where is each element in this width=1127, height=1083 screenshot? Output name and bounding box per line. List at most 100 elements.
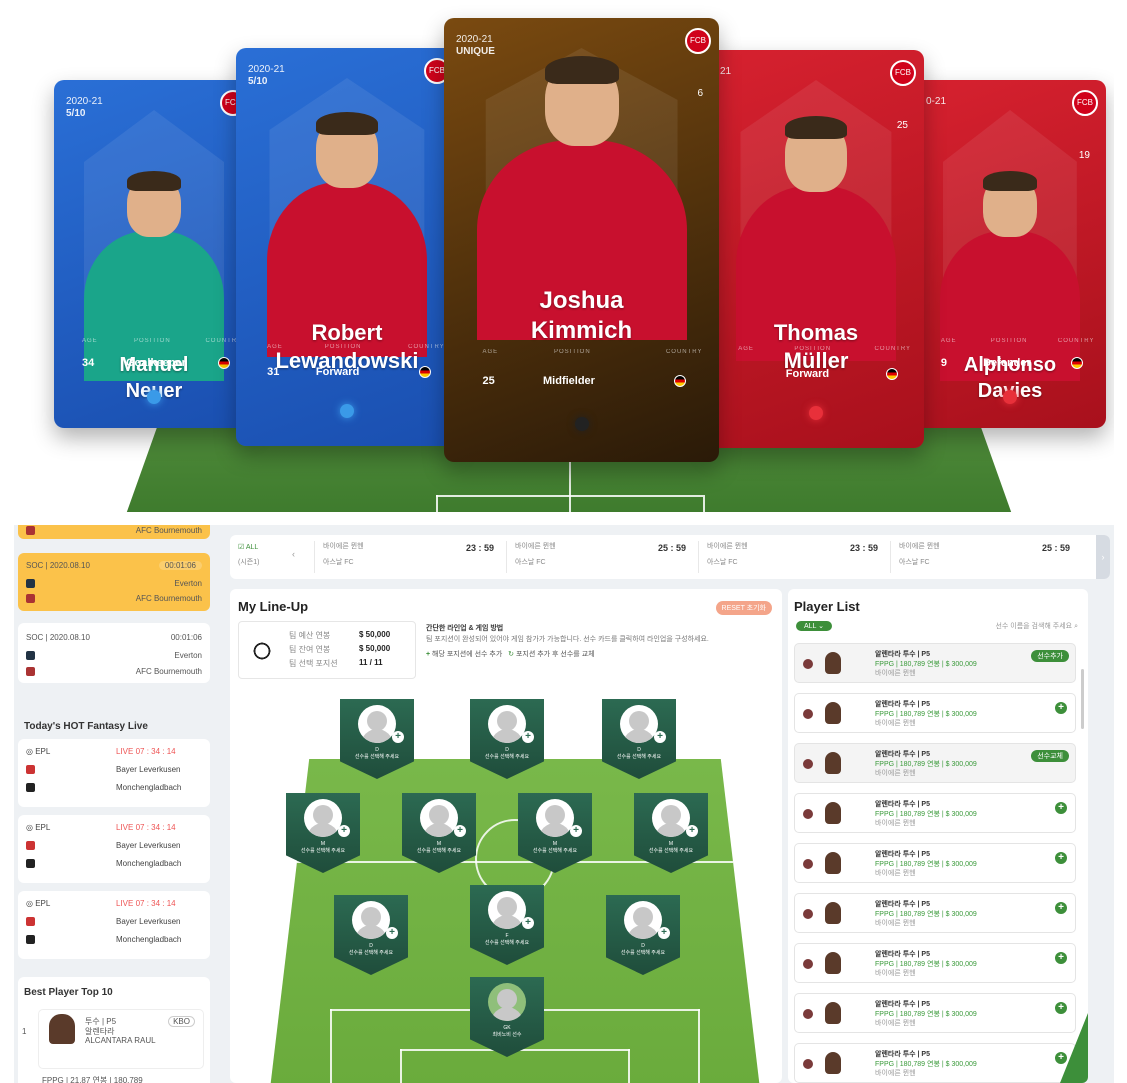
age-label: AGE	[940, 338, 957, 345]
player-age: 9	[940, 356, 947, 369]
player-list-item[interactable]: 알렌타라 투수 | P5 FPPG | 180,789 연봉 | $ 300,0…	[794, 693, 1076, 733]
match-strip-item[interactable]: 바이에른 뮌헨 아스날 FC 25 : 59	[890, 541, 1076, 573]
club-crest-icon: FCB	[685, 28, 711, 54]
best-player-panel: Best Player Top 10 투수 | P5 알렌타라 ALCANTAR…	[18, 977, 210, 1083]
country-flag-icon	[674, 374, 686, 387]
player-age: 25	[482, 374, 495, 387]
select-player-button[interactable]: 선수교체	[1031, 750, 1069, 762]
player-list-item[interactable]: 알렌타라 투수 | P5 FPPG | 180,789 연봉 | $ 300,0…	[794, 993, 1076, 1033]
player-hair	[127, 171, 181, 191]
add-player-icon[interactable]: +	[1055, 902, 1067, 914]
player-list-panel: Player List ALL ⌄ 선수 이름을 검색해 주세요 ⌕ 알렌타라 …	[788, 589, 1088, 1083]
add-player-icon[interactable]: +	[1055, 952, 1067, 964]
player-list-item[interactable]: 알렌타라 투수 | P5 FPPG | 180,789 연봉 | $ 300,0…	[794, 893, 1076, 933]
soccer-ball-icon	[249, 638, 275, 664]
add-player-icon[interactable]: +	[1055, 702, 1067, 714]
search-icon: ⌕	[1074, 623, 1078, 630]
league-icon: ◎	[26, 899, 33, 908]
player-list-item[interactable]: 알렌타라 투수 | P5 FPPG | 180,789 연봉 | $ 300,0…	[794, 1043, 1076, 1083]
add-player-icon[interactable]: +	[1055, 852, 1067, 864]
select-player-button[interactable]: 선수추가	[1031, 650, 1069, 662]
player-hair	[983, 171, 1037, 191]
rarity-dot	[1003, 389, 1017, 404]
add-player-icon[interactable]: +	[1055, 1002, 1067, 1014]
card-season: 2020-21 5/10	[248, 64, 285, 87]
player-hair	[544, 56, 619, 84]
match-strip-item[interactable]: 바이에른 뮌헨 아스날 FC 23 : 59	[698, 541, 884, 573]
best-player-item[interactable]: 투수 | P5 알렌타라 ALCANTARA RAUL KBO	[38, 1009, 204, 1069]
country-flag-icon	[886, 368, 899, 381]
player-avatar	[49, 1014, 75, 1044]
add-player-icon: +	[338, 825, 350, 837]
player-card-lewandowski[interactable]: 2020-21 5/10 FCB Robert Lewandowski AGE P…	[236, 48, 458, 446]
all-checkbox[interactable]: ☑ ALL	[238, 543, 258, 551]
hot-live-item[interactable]: ◎ EPL LIVE 07 : 34 : 14 Bayer Leverkusen …	[18, 891, 210, 959]
country-label: COUNTRY	[408, 344, 445, 351]
player-first-name: Joshua	[539, 287, 624, 314]
hot-title: Today's HOT Fantasy Live	[24, 721, 148, 732]
age-label: AGE	[82, 338, 98, 345]
player-list-title: Player List	[794, 599, 860, 614]
position-label: POSITION	[990, 338, 1028, 345]
player-list-item[interactable]: 알렌타라 투수 | P5 FPPG | 180,789 연봉 | $ 300,0…	[794, 643, 1076, 683]
player-card-kimmich[interactable]: 2020-21 UNIQUE FCB 6 Joshua Kimmich AGE P…	[444, 18, 719, 462]
hot-fantasy-live: Today's HOT Fantasy Live ◎ EPL LIVE 07 : …	[18, 713, 210, 971]
player-card-davies[interactable]: 0-21 FCB 19 Alphonso Davies AGE POSITION…	[914, 80, 1106, 428]
add-player-icon: +	[570, 825, 582, 837]
team-badge-icon	[803, 759, 813, 769]
card-number: 19	[1078, 150, 1090, 161]
player-list-item[interactable]: 알렌타라 투수 | P5 FPPG | 180,789 연봉 | $ 300,0…	[794, 743, 1076, 783]
match-card-prev[interactable]: AFC Bournemouth	[18, 525, 210, 539]
add-player-icon: +	[522, 917, 534, 929]
plus-icon: +	[426, 651, 431, 658]
rarity-dot	[809, 406, 823, 421]
add-player-icon[interactable]: +	[1055, 1052, 1067, 1064]
player-last-name: Kimmich	[530, 317, 633, 344]
team-badge-icon	[803, 1009, 813, 1019]
rarity-dot	[340, 404, 354, 419]
player-hair	[316, 112, 378, 135]
player-card-neuer[interactable]: 2020-215/10 FCB Manuel Neuer AGE POSITIO…	[54, 80, 254, 428]
club-crest-icon: FCB	[1072, 90, 1098, 116]
rarity-dot	[147, 389, 161, 404]
player-thumb	[825, 702, 841, 724]
player-first-name: Robert	[311, 320, 383, 345]
player-thumb	[825, 802, 841, 824]
club-crest-icon: FCB	[890, 60, 916, 86]
position-label: POSITION	[554, 349, 591, 356]
team-badge-icon	[803, 659, 813, 669]
reset-button[interactable]: RESET 초기화	[715, 601, 772, 615]
country-flag-icon	[419, 366, 432, 379]
next-arrow-icon[interactable]: ›	[1096, 535, 1110, 579]
player-search-input[interactable]: 선수 이름을 검색해 주세요 ⌕	[995, 621, 1078, 631]
player-card-müller[interactable]: 21 FCB 25 Thomas Müller AGE POSITION COU…	[708, 50, 924, 448]
add-player-icon[interactable]: +	[1055, 802, 1067, 814]
card-number: 25	[896, 120, 908, 131]
player-thumb	[825, 1052, 841, 1074]
scrollbar[interactable]	[1081, 669, 1084, 729]
match-strip-item[interactable]: 바이에른 뮌헨 아스날 FC 25 : 59	[506, 541, 692, 573]
match-card-selected[interactable]: SOC | 2020.08.10 00:01:06 Everton AFC Bou…	[18, 553, 210, 611]
hot-live-item[interactable]: ◎ EPL LIVE 07 : 34 : 14 Bayer Leverkusen …	[18, 815, 210, 883]
filter-dropdown[interactable]: ALL ⌄	[796, 621, 833, 631]
player-list-item[interactable]: 알렌타라 투수 | P5 FPPG | 180,789 연봉 | $ 300,0…	[794, 793, 1076, 833]
card-season: 2020-21 UNIQUE	[456, 34, 495, 57]
position-label: POSITION	[794, 346, 832, 353]
rarity-dot	[574, 416, 589, 431]
match-card[interactable]: SOC | 2020.08.10 00:01:06 Everton AFC Bou…	[18, 623, 210, 683]
lineup-guide: 간단한 라인업 & 게임 방법 팀 포지션이 완성되어 있어야 게임 참가가 가…	[426, 625, 709, 658]
team-badge-icon	[803, 959, 813, 969]
player-list-item[interactable]: 알렌타라 투수 | P5 FPPG | 180,789 연봉 | $ 300,0…	[794, 943, 1076, 983]
player-thumb	[825, 902, 841, 924]
player-thumb	[825, 652, 841, 674]
add-player-icon: +	[386, 927, 398, 939]
hot-live-item[interactable]: ◎ EPL LIVE 07 : 34 : 14 Bayer Leverkusen …	[18, 739, 210, 807]
league-icon: ◎	[26, 823, 33, 832]
prev-arrow-icon[interactable]: ‹	[292, 549, 295, 559]
match-strip-item[interactable]: 바이에른 뮌헨 아스날 FC 23 : 59	[314, 541, 500, 573]
refresh-icon: ↻	[508, 651, 514, 658]
my-lineup-panel: My Line-Up RESET 초기화 팀 예산 연봉 $ 50,000 팀 잔…	[230, 589, 782, 1083]
player-age: 34	[82, 356, 95, 369]
budget-box: 팀 예산 연봉 $ 50,000 팀 잔여 연봉 $ 50,000 팀 선택 포지션…	[238, 621, 416, 679]
player-list-item[interactable]: 알렌타라 투수 | P5 FPPG | 180,789 연봉 | $ 300,0…	[794, 843, 1076, 883]
